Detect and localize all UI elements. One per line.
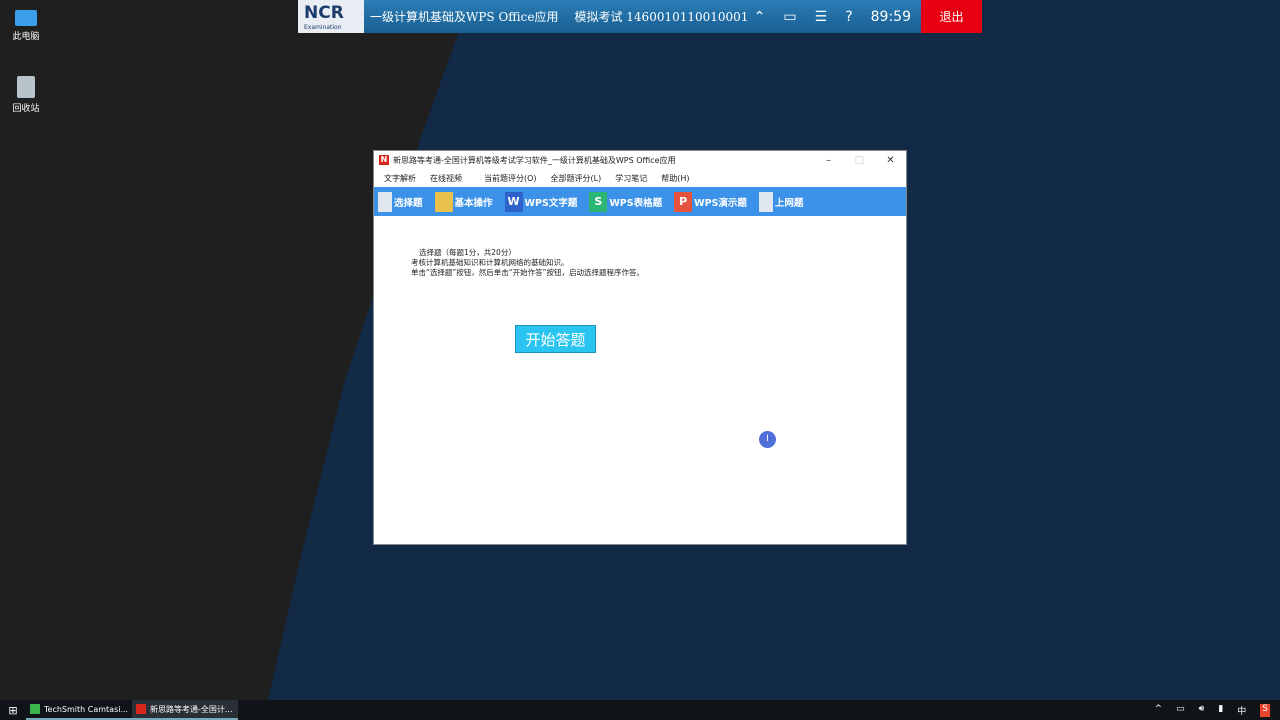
start-answer-button[interactable]: 开始答题 [515, 325, 596, 353]
tray-expand-icon[interactable]: ^ [1155, 704, 1163, 717]
wps-sheet-icon: S [589, 191, 608, 212]
instruction-text: 单击“选择题”按钮，然后单击“开始作答”按钮，启动选择题程序作答。 [411, 268, 645, 277]
quit-button[interactable]: 退出 [921, 0, 982, 33]
desktop-icon-label: 回收站 [12, 104, 40, 114]
sogou-icon[interactable]: S [1260, 703, 1270, 717]
wps-present-icon: P [674, 191, 693, 212]
menu-bar: 文字解析 在线视频 当前题评分(O) 全部题评分(L) 学习笔记 帮助(H) [374, 169, 906, 187]
menu-help[interactable]: 帮助(H) [661, 173, 689, 184]
taskbar-item-app[interactable]: 新思路等考通-全国计... [132, 700, 238, 720]
system-tray: ^ ▭ 🔊︎ ▮ 中 S [1155, 703, 1280, 717]
toolbar-wps-writer-button[interactable]: W WPS文字题 [504, 191, 577, 212]
desktop-icon-label: 此电脑 [12, 32, 40, 42]
doc-icon [758, 191, 773, 212]
menu-score-current[interactable]: 当前题评分(O) [484, 173, 537, 184]
menu-notes[interactable]: 学习笔记 [615, 173, 647, 184]
exam-title: 一级计算机基础及WPS Office应用 [370, 10, 559, 24]
help-icon[interactable]: ? [845, 9, 852, 25]
volume-icon[interactable]: 🔊︎ [1199, 704, 1205, 717]
window-title: 新思路等考通-全国计算机等级考试学习软件_一级计算机基础及WPS Office应… [393, 155, 676, 165]
collapse-icon[interactable]: ⌃ [754, 9, 766, 25]
instructions: 选择题（每题1分，共20分） 考核计算机基础知识和计算机网络的基础知识。 单击“… [374, 216, 906, 278]
input-method[interactable]: 中 [1237, 704, 1246, 717]
start-icon[interactable]: ⊞ [0, 704, 26, 717]
window-icon[interactable]: ▭ [783, 9, 796, 25]
ncr-logo: NCR Examination [298, 0, 364, 33]
title-bar: N 新思路等考通-全国计算机等级考试学习软件_一级计算机基础及WPS Offic… [374, 151, 906, 169]
minimize-button[interactable]: – [813, 155, 844, 166]
desktop-icon-recycle-bin[interactable]: 回收站 [6, 76, 46, 114]
exam-id: 模拟考试 1460010110010001 [574, 10, 749, 24]
recycle-bin-icon [17, 76, 35, 98]
app-window: N 新思路等考通-全国计算机等级考试学习软件_一级计算机基础及WPS Offic… [373, 150, 907, 545]
instruction-text: 考核计算机基础知识和计算机网络的基础知识。 [411, 258, 569, 267]
taskbar-item-camtasia[interactable]: TechSmith Camtasi... [26, 700, 132, 720]
instruction-heading: 选择题（每题1分，共20分） [419, 248, 516, 257]
doc-icon [378, 191, 392, 212]
desktop-icon-this-pc[interactable]: 此电脑 [6, 8, 46, 42]
microphone-icon[interactable]: ▮ [1218, 704, 1223, 717]
toolbar-internet-button[interactable]: 上网题 [758, 191, 803, 212]
maximize-button[interactable]: □ [844, 155, 875, 166]
taskbar: ⊞ TechSmith Camtasi... 新思路等考通-全国计... ^ ▭… [0, 700, 1280, 720]
network-icon[interactable]: ▭ [1176, 704, 1185, 717]
toolbar-choice-button[interactable]: 选择题 [378, 191, 423, 212]
timer: 89:59 [870, 8, 911, 25]
computer-icon [15, 10, 37, 26]
list-icon[interactable]: ☰ [815, 9, 828, 25]
toolbar-wps-sheet-button[interactable]: S WPS表格题 [589, 191, 662, 212]
folder-icon [434, 191, 453, 212]
text-cursor-icon: I [759, 431, 776, 448]
app-logo-icon: N [379, 155, 389, 165]
exam-bar: NCR Examination 一级计算机基础及WPS Office应用 模拟考试… [298, 0, 982, 33]
toolbar: 选择题 基本操作 W WPS文字题 S WPS表格题 P WPS演示题 上网题 [374, 187, 906, 216]
wps-writer-icon: W [504, 191, 523, 212]
toolbar-basic-button[interactable]: 基本操作 [434, 191, 493, 212]
toolbar-wps-present-button[interactable]: P WPS演示题 [674, 191, 747, 212]
camtasia-icon [30, 704, 40, 714]
menu-text-analysis[interactable]: 文字解析 [384, 173, 416, 184]
close-button[interactable]: ✕ [875, 155, 906, 166]
menu-score-all[interactable]: 全部题评分(L) [551, 173, 602, 184]
app-logo-icon [136, 704, 146, 714]
menu-online-video[interactable]: 在线视频 [430, 173, 462, 184]
